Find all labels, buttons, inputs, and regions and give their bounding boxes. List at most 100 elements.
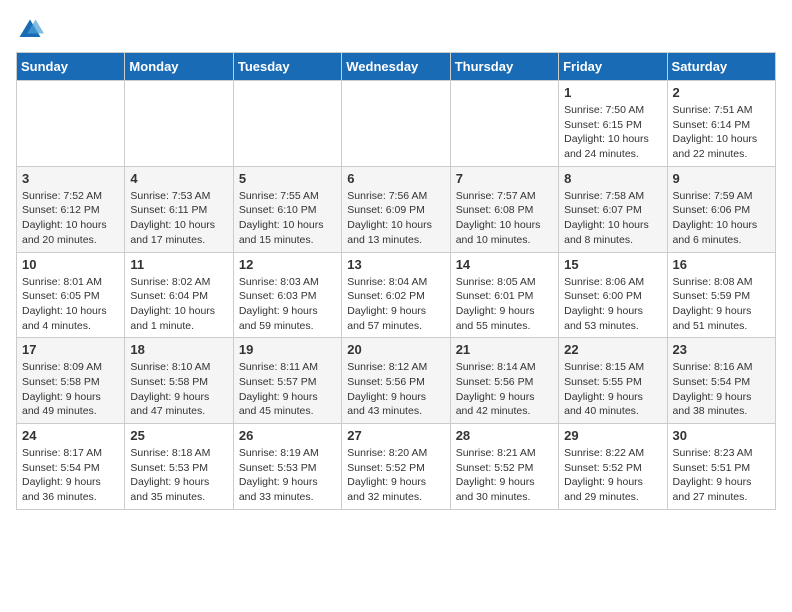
calendar-cell: 2 Sunrise: 7:51 AM Sunset: 6:14 PM Daylig… [667, 81, 775, 167]
day-info: Sunrise: 8:02 AM Sunset: 6:04 PM Dayligh… [130, 275, 227, 334]
calendar-cell [233, 81, 341, 167]
logo-icon [16, 16, 44, 44]
calendar-cell: 15 Sunrise: 8:06 AM Sunset: 6:00 PM Dayli… [559, 252, 667, 338]
day-info: Sunrise: 8:23 AM Sunset: 5:51 PM Dayligh… [673, 446, 770, 505]
weekday-header-wednesday: Wednesday [342, 53, 450, 81]
day-info: Sunrise: 8:22 AM Sunset: 5:52 PM Dayligh… [564, 446, 661, 505]
day-number: 4 [130, 171, 227, 186]
day-number: 17 [22, 342, 119, 357]
day-number: 21 [456, 342, 553, 357]
day-number: 9 [673, 171, 770, 186]
calendar-cell: 18 Sunrise: 8:10 AM Sunset: 5:58 PM Dayli… [125, 338, 233, 424]
day-info: Sunrise: 8:09 AM Sunset: 5:58 PM Dayligh… [22, 360, 119, 419]
day-info: Sunrise: 8:20 AM Sunset: 5:52 PM Dayligh… [347, 446, 444, 505]
day-number: 3 [22, 171, 119, 186]
day-info: Sunrise: 7:59 AM Sunset: 6:06 PM Dayligh… [673, 189, 770, 248]
weekday-header-sunday: Sunday [17, 53, 125, 81]
day-info: Sunrise: 7:52 AM Sunset: 6:12 PM Dayligh… [22, 189, 119, 248]
page-header [16, 16, 776, 44]
day-info: Sunrise: 7:50 AM Sunset: 6:15 PM Dayligh… [564, 103, 661, 162]
calendar-cell: 13 Sunrise: 8:04 AM Sunset: 6:02 PM Dayli… [342, 252, 450, 338]
day-number: 23 [673, 342, 770, 357]
calendar-cell: 9 Sunrise: 7:59 AM Sunset: 6:06 PM Daylig… [667, 166, 775, 252]
day-info: Sunrise: 8:12 AM Sunset: 5:56 PM Dayligh… [347, 360, 444, 419]
day-info: Sunrise: 8:05 AM Sunset: 6:01 PM Dayligh… [456, 275, 553, 334]
calendar-cell: 1Sunrise: 7:50 AM Sunset: 6:15 PM Daylig… [559, 81, 667, 167]
day-info: Sunrise: 8:18 AM Sunset: 5:53 PM Dayligh… [130, 446, 227, 505]
calendar-cell: 5 Sunrise: 7:55 AM Sunset: 6:10 PM Daylig… [233, 166, 341, 252]
calendar-cell [450, 81, 558, 167]
day-number: 28 [456, 428, 553, 443]
calendar-cell [17, 81, 125, 167]
day-info: Sunrise: 8:10 AM Sunset: 5:58 PM Dayligh… [130, 360, 227, 419]
calendar-cell: 3 Sunrise: 7:52 AM Sunset: 6:12 PM Daylig… [17, 166, 125, 252]
day-info: Sunrise: 8:01 AM Sunset: 6:05 PM Dayligh… [22, 275, 119, 334]
day-number: 8 [564, 171, 661, 186]
day-number: 30 [673, 428, 770, 443]
calendar-cell: 28 Sunrise: 8:21 AM Sunset: 5:52 PM Dayli… [450, 424, 558, 510]
calendar-cell: 14 Sunrise: 8:05 AM Sunset: 6:01 PM Dayli… [450, 252, 558, 338]
calendar-cell: 23 Sunrise: 8:16 AM Sunset: 5:54 PM Dayli… [667, 338, 775, 424]
day-number: 12 [239, 257, 336, 272]
calendar-cell: 20Sunrise: 8:12 AM Sunset: 5:56 PM Dayli… [342, 338, 450, 424]
calendar-week-1: 1Sunrise: 7:50 AM Sunset: 6:15 PM Daylig… [17, 81, 776, 167]
day-number: 10 [22, 257, 119, 272]
calendar-cell [125, 81, 233, 167]
day-info: Sunrise: 8:19 AM Sunset: 5:53 PM Dayligh… [239, 446, 336, 505]
calendar-cell: 19 Sunrise: 8:11 AM Sunset: 5:57 PM Dayli… [233, 338, 341, 424]
calendar-table: SundayMondayTuesdayWednesdayThursdayFrid… [16, 52, 776, 510]
weekday-header-saturday: Saturday [667, 53, 775, 81]
day-info: Sunrise: 7:51 AM Sunset: 6:14 PM Dayligh… [673, 103, 770, 162]
calendar-cell: 8 Sunrise: 7:58 AM Sunset: 6:07 PM Daylig… [559, 166, 667, 252]
day-info: Sunrise: 7:53 AM Sunset: 6:11 PM Dayligh… [130, 189, 227, 248]
day-number: 14 [456, 257, 553, 272]
calendar-cell [342, 81, 450, 167]
calendar-cell: 21Sunrise: 8:14 AM Sunset: 5:56 PM Dayli… [450, 338, 558, 424]
day-info: Sunrise: 8:21 AM Sunset: 5:52 PM Dayligh… [456, 446, 553, 505]
day-number: 16 [673, 257, 770, 272]
day-info: Sunrise: 8:17 AM Sunset: 5:54 PM Dayligh… [22, 446, 119, 505]
day-number: 25 [130, 428, 227, 443]
day-number: 19 [239, 342, 336, 357]
day-info: Sunrise: 7:58 AM Sunset: 6:07 PM Dayligh… [564, 189, 661, 248]
day-number: 27 [347, 428, 444, 443]
day-info: Sunrise: 7:57 AM Sunset: 6:08 PM Dayligh… [456, 189, 553, 248]
calendar-header: SundayMondayTuesdayWednesdayThursdayFrid… [17, 53, 776, 81]
calendar-cell: 10 Sunrise: 8:01 AM Sunset: 6:05 PM Dayli… [17, 252, 125, 338]
day-info: Sunrise: 8:15 AM Sunset: 5:55 PM Dayligh… [564, 360, 661, 419]
day-info: Sunrise: 8:11 AM Sunset: 5:57 PM Dayligh… [239, 360, 336, 419]
calendar-cell: 17 Sunrise: 8:09 AM Sunset: 5:58 PM Dayli… [17, 338, 125, 424]
day-info: Sunrise: 8:06 AM Sunset: 6:00 PM Dayligh… [564, 275, 661, 334]
day-number: 13 [347, 257, 444, 272]
day-info: Sunrise: 7:55 AM Sunset: 6:10 PM Dayligh… [239, 189, 336, 248]
calendar-cell: 4 Sunrise: 7:53 AM Sunset: 6:11 PM Daylig… [125, 166, 233, 252]
day-number: 2 [673, 85, 770, 100]
weekday-header-thursday: Thursday [450, 53, 558, 81]
day-info: Sunrise: 7:56 AM Sunset: 6:09 PM Dayligh… [347, 189, 444, 248]
calendar-week-5: 24 Sunrise: 8:17 AM Sunset: 5:54 PM Dayli… [17, 424, 776, 510]
day-number: 6 [347, 171, 444, 186]
day-info: Sunrise: 8:04 AM Sunset: 6:02 PM Dayligh… [347, 275, 444, 334]
weekday-header-tuesday: Tuesday [233, 53, 341, 81]
calendar-cell: 16Sunrise: 8:08 AM Sunset: 5:59 PM Dayli… [667, 252, 775, 338]
calendar-cell: 26 Sunrise: 8:19 AM Sunset: 5:53 PM Dayli… [233, 424, 341, 510]
calendar-cell: 24 Sunrise: 8:17 AM Sunset: 5:54 PM Dayli… [17, 424, 125, 510]
day-number: 24 [22, 428, 119, 443]
day-number: 26 [239, 428, 336, 443]
weekday-header-monday: Monday [125, 53, 233, 81]
logo [16, 16, 48, 44]
day-number: 18 [130, 342, 227, 357]
day-number: 15 [564, 257, 661, 272]
day-info: Sunrise: 8:16 AM Sunset: 5:54 PM Dayligh… [673, 360, 770, 419]
day-number: 7 [456, 171, 553, 186]
calendar-cell: 29Sunrise: 8:22 AM Sunset: 5:52 PM Dayli… [559, 424, 667, 510]
calendar-week-2: 3 Sunrise: 7:52 AM Sunset: 6:12 PM Daylig… [17, 166, 776, 252]
calendar-cell: 27 Sunrise: 8:20 AM Sunset: 5:52 PM Dayli… [342, 424, 450, 510]
calendar-cell: 25 Sunrise: 8:18 AM Sunset: 5:53 PM Dayli… [125, 424, 233, 510]
day-number: 5 [239, 171, 336, 186]
day-number: 11 [130, 257, 227, 272]
calendar-week-3: 10 Sunrise: 8:01 AM Sunset: 6:05 PM Dayli… [17, 252, 776, 338]
calendar-cell: 12Sunrise: 8:03 AM Sunset: 6:03 PM Dayli… [233, 252, 341, 338]
day-number: 22 [564, 342, 661, 357]
calendar-cell: 6 Sunrise: 7:56 AM Sunset: 6:09 PM Daylig… [342, 166, 450, 252]
